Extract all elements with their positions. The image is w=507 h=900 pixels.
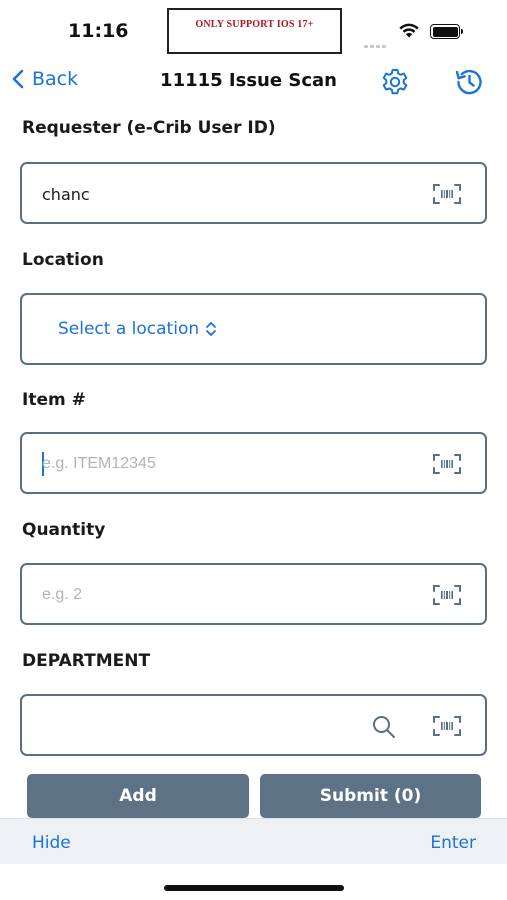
history-icon[interactable] [452,66,486,98]
home-indicator[interactable] [164,885,344,891]
quantity-field[interactable]: e.g. 2 [20,563,487,625]
barcode-scan-icon[interactable] [433,183,461,205]
requester-value: chanc [42,185,90,204]
battery-icon [430,24,463,39]
status-bar: 11:16 ONLY SUPPORT IOS 17+ [0,0,507,60]
quantity-label: Quantity [22,520,106,540]
gear-icon[interactable] [379,66,411,98]
navigation-bar: Back 11115 Issue Scan [0,60,507,104]
banner-text: ONLY SUPPORT IOS 17+ [195,18,314,30]
location-label: Location [22,250,104,270]
barcode-scan-icon[interactable] [433,584,461,606]
location-select-label: Select a location [58,319,200,339]
page-title: 11115 Issue Scan [160,70,337,91]
item-field[interactable]: e.g. ITEM12345 [20,432,487,494]
add-button[interactable]: Add [27,774,249,818]
ios-support-banner: ONLY SUPPORT IOS 17+ [167,8,342,54]
keyboard-accessory-bar: Hide Enter [0,818,507,864]
barcode-scan-icon[interactable] [433,715,461,737]
location-select[interactable]: Select a location [58,319,217,339]
item-label: Item # [22,390,86,410]
quantity-placeholder: e.g. 2 [42,586,83,603]
item-placeholder: e.g. ITEM12345 [42,455,156,472]
chevron-up-down-icon [206,322,217,336]
department-field[interactable] [20,694,487,756]
wifi-icon [399,23,419,38]
cellular-signal-icon [364,33,390,48]
submit-button[interactable]: Submit (0) [260,774,481,818]
search-icon[interactable] [371,714,397,740]
status-time: 11:16 [68,20,129,42]
requester-field[interactable]: chanc [20,162,487,224]
barcode-scan-icon[interactable] [433,453,461,475]
location-field[interactable]: Select a location [20,293,487,365]
hide-keyboard-button[interactable]: Hide [32,833,71,853]
enter-button[interactable]: Enter [430,833,476,853]
requester-label: Requester (e-Crib User ID) [22,118,276,138]
department-label: DEPARTMENT [22,651,151,671]
